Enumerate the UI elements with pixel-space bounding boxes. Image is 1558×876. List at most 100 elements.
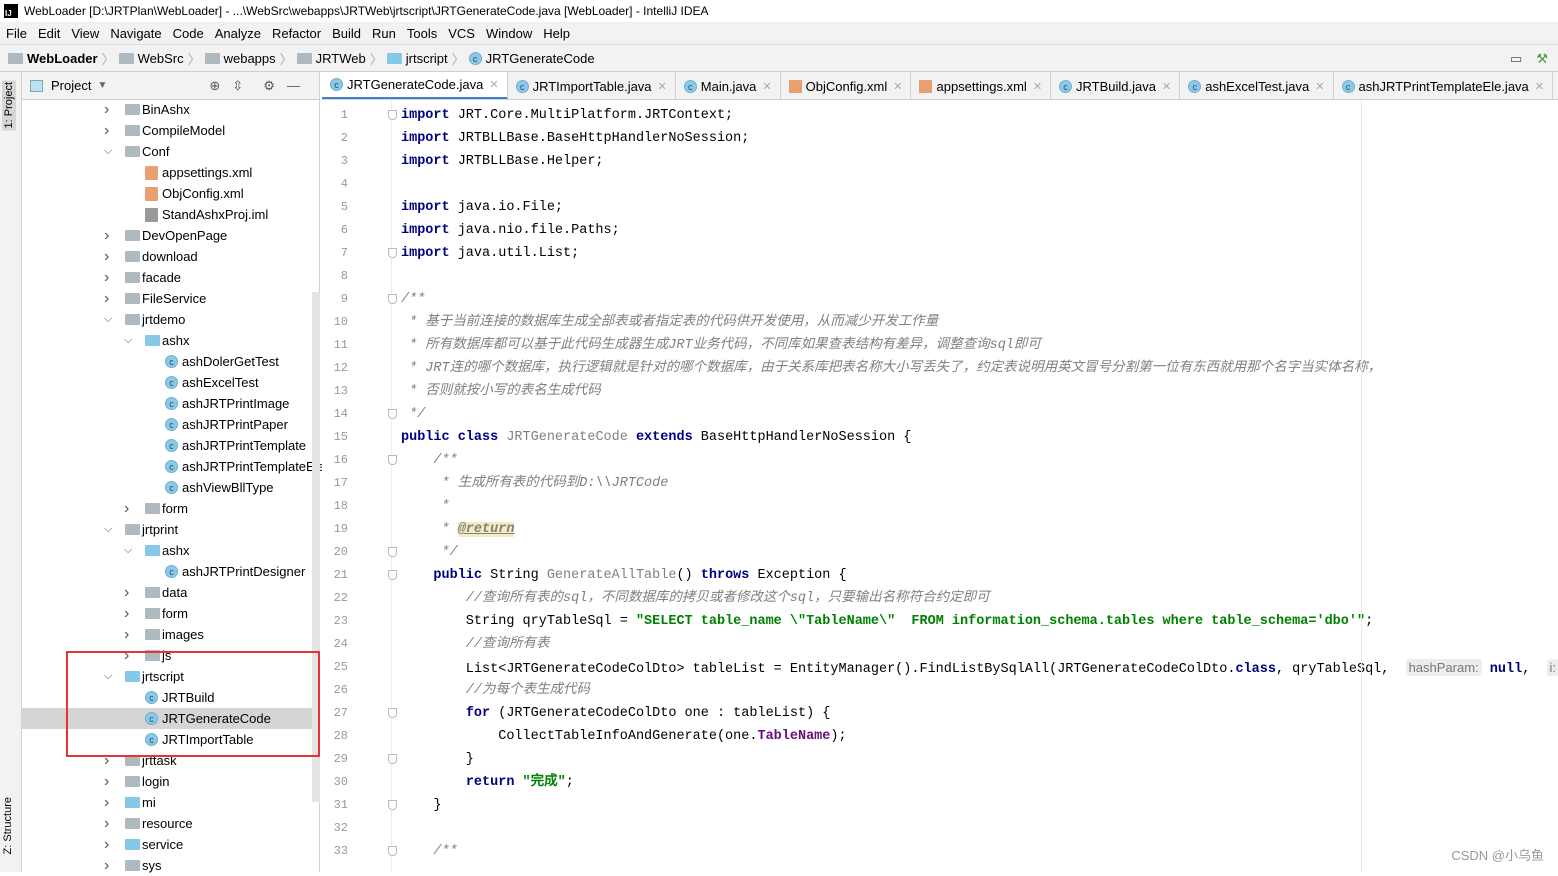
code-line: * @return: [401, 518, 514, 541]
tree-item[interactable]: ⌵ashx: [22, 330, 320, 351]
breadcrumb-item[interactable]: webapps〉: [205, 49, 293, 68]
tab-ashjrtprinttemplateele-java[interactable]: cashJRTPrintTemplateEle.java✕: [1334, 72, 1554, 100]
menu-edit[interactable]: Edit: [38, 26, 60, 41]
tree-item[interactable]: cashJRTPrintTemplateEle: [22, 456, 320, 477]
menu-vcs[interactable]: VCS: [448, 26, 475, 41]
tab-jrtbuild-java[interactable]: cJRTBuild.java✕: [1051, 72, 1180, 100]
tree-item[interactable]: ›DevOpenPage: [22, 225, 320, 246]
tree-item[interactable]: cashExcelTest: [22, 372, 320, 393]
tree-item[interactable]: ›login: [22, 771, 320, 792]
chevron-down-icon[interactable]: ⌵: [104, 313, 112, 326]
menu-run[interactable]: Run: [372, 26, 396, 41]
tree-item[interactable]: ›mi: [22, 792, 320, 813]
chevron-right-icon[interactable]: ›: [104, 290, 109, 308]
tree-item[interactable]: ⌵jrtdemo: [22, 309, 320, 330]
project-view-select[interactable]: Project: [51, 78, 91, 93]
tree-item-label: ashJRTPrintImage: [182, 396, 289, 411]
close-icon[interactable]: ✕: [893, 80, 902, 93]
close-icon[interactable]: ✕: [1162, 80, 1171, 93]
tab-jrtgeneratecode-java[interactable]: cJRTGenerateCode.java✕: [322, 72, 508, 100]
chevron-down-icon[interactable]: ⌵: [104, 145, 112, 158]
tree-item[interactable]: ›BinAshx: [22, 99, 320, 120]
gear-icon[interactable]: ⚙: [263, 78, 275, 94]
menu-tools[interactable]: Tools: [407, 26, 437, 41]
chevron-right-icon[interactable]: ›: [104, 101, 109, 119]
tab-jrtimporttable-java[interactable]: cJRTImportTable.java✕: [508, 72, 676, 100]
menu-refactor[interactable]: Refactor: [272, 26, 321, 41]
close-icon[interactable]: ✕: [1033, 80, 1042, 93]
tree-item[interactable]: ObjConfig.xml: [22, 183, 320, 204]
tree-item[interactable]: ⌵jrtprint: [22, 519, 320, 540]
tree-item[interactable]: ›download: [22, 246, 320, 267]
tab-main-java[interactable]: cMain.java✕: [676, 72, 781, 100]
tree-item[interactable]: cashDolerGetTest: [22, 351, 320, 372]
tree-item[interactable]: cashJRTPrintTemplate: [22, 435, 320, 456]
tree-item[interactable]: cashJRTPrintDesigner: [22, 561, 320, 582]
tree-item[interactable]: ›data: [22, 582, 320, 603]
project-tool-tab[interactable]: 1: Project: [2, 80, 16, 130]
tab-as[interactable]: cas: [1553, 72, 1558, 100]
tree-item[interactable]: ›facade: [22, 267, 320, 288]
breadcrumb-item[interactable]: jrtscript〉: [387, 49, 465, 68]
close-icon[interactable]: ✕: [1535, 80, 1544, 93]
menu-analyze[interactable]: Analyze: [215, 26, 261, 41]
chevron-right-icon[interactable]: ›: [124, 500, 129, 518]
chevron-down-icon[interactable]: ⌵: [104, 523, 112, 536]
menu-build[interactable]: Build: [332, 26, 361, 41]
run-config-icon[interactable]: ▭: [1510, 51, 1522, 67]
tree-item[interactable]: cashJRTPrintPaper: [22, 414, 320, 435]
chevron-down-icon[interactable]: ⌵: [124, 334, 132, 347]
tree-item[interactable]: ›images: [22, 624, 320, 645]
menu-help[interactable]: Help: [543, 26, 570, 41]
tab-objconfig-xml[interactable]: ObjConfig.xml✕: [781, 72, 912, 100]
tree-item[interactable]: cashViewBllType: [22, 477, 320, 498]
chevron-down-icon[interactable]: ⌵: [124, 544, 132, 557]
chevron-right-icon[interactable]: ›: [104, 815, 109, 833]
tree-item[interactable]: ›FileService: [22, 288, 320, 309]
chevron-down-icon[interactable]: ▼: [97, 80, 107, 91]
chevron-right-icon[interactable]: ›: [124, 584, 129, 602]
code-editor[interactable]: import JRT.Core.MultiPlatform.JRTContext…: [392, 100, 1558, 872]
tree-item[interactable]: ›sys: [22, 855, 320, 876]
tab-appsettings-xml[interactable]: appsettings.xml✕: [911, 72, 1051, 100]
hide-icon[interactable]: —: [287, 78, 300, 93]
menu-code[interactable]: Code: [173, 26, 204, 41]
chevron-right-icon[interactable]: ›: [104, 836, 109, 854]
breadcrumb-item[interactable]: WebLoader〉: [8, 49, 115, 68]
chevron-right-icon[interactable]: ›: [104, 122, 109, 140]
chevron-right-icon[interactable]: ›: [104, 227, 109, 245]
menu-navigate[interactable]: Navigate: [110, 26, 161, 41]
chevron-right-icon[interactable]: ›: [104, 773, 109, 791]
chevron-right-icon[interactable]: ›: [104, 269, 109, 287]
build-icon[interactable]: ⚒: [1536, 51, 1548, 67]
tree-item-label: ashExcelTest: [182, 375, 259, 390]
breadcrumb-item[interactable]: JRTWeb〉: [297, 49, 383, 68]
structure-tool-tab[interactable]: Z: Structure: [2, 797, 14, 854]
menu-view[interactable]: View: [71, 26, 99, 41]
tree-item[interactable]: ⌵Conf: [22, 141, 320, 162]
close-icon[interactable]: ✕: [762, 80, 771, 93]
tree-item[interactable]: ⌵ashx: [22, 540, 320, 561]
locate-icon[interactable]: ⊕: [209, 78, 220, 94]
tree-item[interactable]: ›CompileModel: [22, 120, 320, 141]
close-icon[interactable]: ✕: [489, 78, 498, 91]
breadcrumb-item[interactable]: cJRTGenerateCode: [469, 51, 595, 66]
tab-ashexceltest-java[interactable]: cashExcelTest.java✕: [1180, 72, 1333, 100]
menu-file[interactable]: File: [6, 26, 27, 41]
tree-item[interactable]: ›form: [22, 498, 320, 519]
close-icon[interactable]: ✕: [1315, 80, 1324, 93]
menu-window[interactable]: Window: [486, 26, 532, 41]
chevron-right-icon[interactable]: ›: [124, 626, 129, 644]
tree-item[interactable]: ›form: [22, 603, 320, 624]
tree-item[interactable]: cashJRTPrintImage: [22, 393, 320, 414]
chevron-right-icon[interactable]: ›: [124, 605, 129, 623]
chevron-right-icon[interactable]: ›: [104, 248, 109, 266]
tree-item[interactable]: appsettings.xml: [22, 162, 320, 183]
tree-item[interactable]: ›service: [22, 834, 320, 855]
tree-item[interactable]: StandAshxProj.iml: [22, 204, 320, 225]
chevron-right-icon[interactable]: ›: [104, 794, 109, 812]
tree-item[interactable]: ›resource: [22, 813, 320, 834]
close-icon[interactable]: ✕: [658, 80, 667, 93]
collapse-all-icon[interactable]: ⇳: [232, 78, 243, 94]
breadcrumb-item[interactable]: WebSrc〉: [119, 49, 201, 68]
